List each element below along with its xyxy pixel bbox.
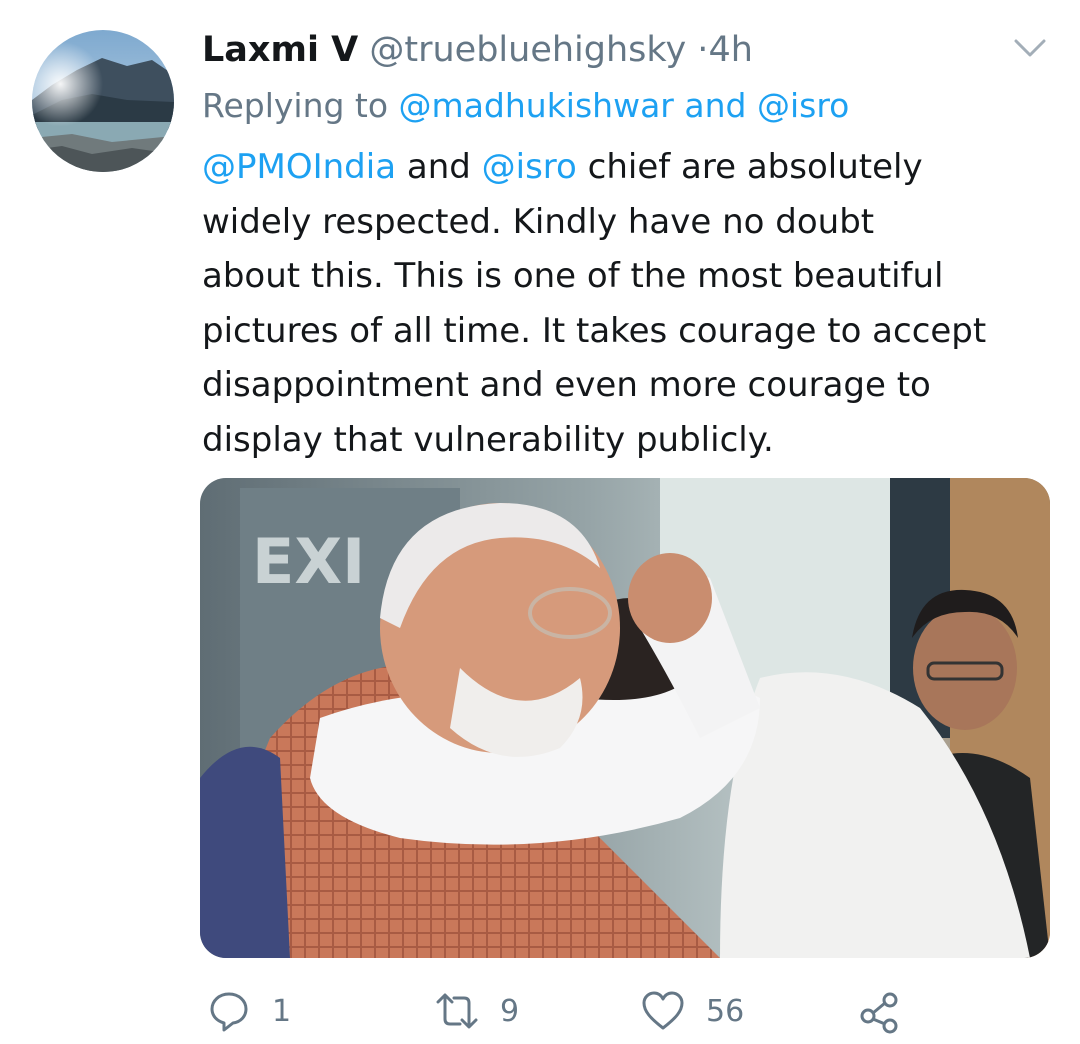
- like-button[interactable]: 56: [640, 986, 744, 1036]
- author-name[interactable]: Laxmi V: [202, 30, 358, 70]
- tweet-text-line-1: chief are absolutely: [587, 147, 923, 187]
- tweet-text-line-3: about this. This is one of the most beau…: [202, 256, 944, 296]
- tweet-text-line: @PMOIndia and @isro chief are absolutely: [202, 140, 1062, 195]
- avatar-image: [32, 30, 174, 172]
- tweet-media-photo[interactable]: EXI: [200, 478, 1050, 958]
- tweet-text-line-6: display that vulnerability publicly.: [202, 419, 774, 460]
- reply-icon: [210, 992, 248, 1032]
- tweet-actions: 1 9 56: [0, 986, 1080, 1036]
- mention-isro[interactable]: @isro: [482, 147, 577, 187]
- author-handle[interactable]: @truebluehighsky: [369, 30, 686, 70]
- retweet-icon: [436, 993, 478, 1029]
- retweet-count: 9: [500, 993, 520, 1029]
- tweet[interactable]: Laxmi V @truebluehighsky ·4h Replying to…: [0, 0, 1080, 1044]
- like-count: 56: [706, 993, 745, 1029]
- tweet-text: @PMOIndia and @isro chief are absolutely…: [202, 140, 1062, 467]
- tweet-timestamp[interactable]: 4h: [708, 30, 752, 70]
- photo-image: EXI: [200, 478, 1050, 958]
- replying-to-label: Replying to: [202, 86, 389, 125]
- banner-sign-text: EXI: [252, 525, 365, 598]
- avatar[interactable]: [32, 30, 174, 172]
- tweet-header: Laxmi V @truebluehighsky ·4h: [202, 28, 753, 72]
- replying-to: Replying to @madhukishwar and @isro: [202, 84, 849, 128]
- mention-pmoindia[interactable]: @PMOIndia: [202, 147, 396, 187]
- chevron-down-icon: [1014, 39, 1046, 57]
- tweet-menu-button[interactable]: [1010, 32, 1050, 64]
- share-button[interactable]: [856, 986, 902, 1036]
- share-icon: [860, 992, 898, 1034]
- reply-button[interactable]: 1: [206, 986, 291, 1036]
- heart-icon: [642, 991, 684, 1030]
- reply-mention-madhukishwar[interactable]: @madhukishwar and @isro: [399, 86, 850, 125]
- header-separator: ·: [697, 30, 709, 70]
- tweet-text-line-2: widely respected. Kindly have no doubt: [202, 201, 875, 242]
- tweet-text-and: and: [406, 147, 471, 187]
- reply-count: 1: [272, 993, 292, 1029]
- retweet-button[interactable]: 9: [434, 986, 519, 1036]
- tweet-text-line-5: disappointment and even more courage to: [202, 365, 931, 405]
- tweet-text-line-4: pictures of all time. It takes courage t…: [202, 310, 987, 351]
